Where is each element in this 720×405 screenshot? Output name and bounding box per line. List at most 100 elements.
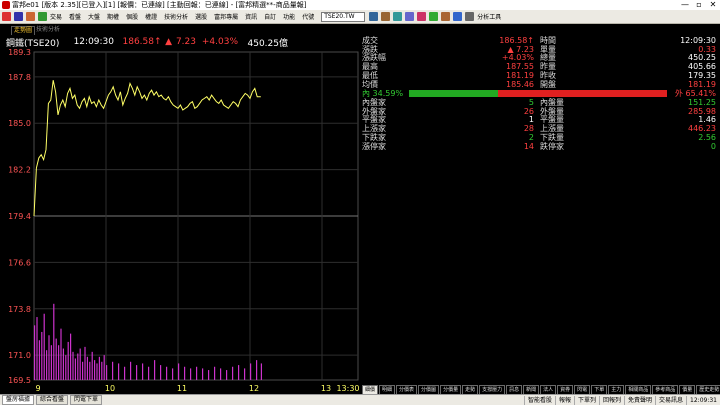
quote-value: 0.33 [698, 44, 716, 54]
alert-icon[interactable] [417, 12, 427, 21]
settings-icon[interactable] [405, 12, 415, 21]
status-button-fubon[interactable]: 盤房福據 [2, 395, 35, 405]
time-tick-label: 11 [177, 384, 187, 393]
menu-watch[interactable]: 看盤 [69, 12, 81, 21]
layout-icon[interactable] [465, 12, 475, 21]
minimize-button[interactable]: — [678, 0, 692, 10]
volume-bar [82, 361, 84, 380]
volume-bar [220, 368, 222, 380]
menu-market[interactable]: 大盤 [88, 12, 100, 21]
menu-stock[interactable]: 個股 [126, 12, 138, 21]
bottom-tab[interactable]: 分價量 [440, 385, 462, 394]
volume-bar [46, 350, 48, 380]
volume-bar [72, 351, 74, 380]
quote-value: 151.25 [688, 98, 716, 107]
menu-futures[interactable]: 期權 [107, 12, 119, 21]
search-icon[interactable] [369, 12, 379, 21]
bottom-tab[interactable]: 新聞 [523, 385, 540, 394]
bottom-tab[interactable]: 細價 [362, 385, 379, 394]
tab-technical[interactable]: 技術分析 [36, 26, 60, 34]
status-button-overview[interactable]: 綜合看盤 [36, 395, 69, 405]
price-line [33, 80, 261, 217]
maximize-button[interactable]: ▫ [692, 0, 706, 10]
quote-label: 成交 [362, 36, 378, 45]
inner-outer-ratio-bar [409, 90, 667, 97]
quote-label: 上漲量 [540, 124, 564, 134]
news-icon[interactable] [429, 12, 439, 21]
quote-value: 1.46 [698, 115, 716, 125]
status-button-flash-order[interactable]: 閃電下單 [70, 395, 103, 405]
status-order-bar[interactable]: 下單列 [573, 395, 599, 405]
bottom-tab[interactable]: 訊息 [506, 385, 523, 394]
menu-func[interactable]: 功能 [283, 12, 295, 21]
volume-bar [196, 366, 198, 380]
time-tick-label: 12 [249, 384, 259, 393]
chart-icon[interactable] [38, 12, 47, 21]
volume-bar [89, 361, 91, 380]
bottom-tab[interactable]: 相關商品 [625, 385, 652, 394]
status-disclaimer[interactable]: 免責聲明 [624, 395, 655, 405]
quote-value: 0 [710, 141, 716, 151]
print-icon[interactable] [441, 12, 451, 21]
quote-value: 285.98 [688, 106, 716, 116]
calc-icon[interactable] [381, 12, 391, 21]
quote-value: +4.03% [501, 53, 534, 63]
bottom-tab[interactable]: 分價圖 [418, 385, 440, 394]
bottom-tab[interactable]: 走勢 [462, 385, 479, 394]
status-report[interactable]: 報報 [554, 395, 574, 405]
intraday-chart[interactable]: 189.3 187.8 185.0 182.2 179.4 176.6 173.8 171.0… [0, 48, 362, 394]
bottom-tab[interactable]: 歷史走勢 [696, 385, 720, 394]
bottom-tab[interactable]: 參考商品 [652, 385, 679, 394]
time-tick-label: 9 [35, 384, 40, 393]
up-arrow-icon: ↑ [154, 37, 162, 47]
volume-bar [77, 353, 79, 380]
menu-tech[interactable]: 技術分析 [164, 12, 188, 21]
volume-bar [166, 366, 168, 380]
bottom-tab[interactable]: 分價表 [396, 385, 418, 394]
quote-value: 405.66 [688, 62, 716, 72]
volume-bar [208, 370, 210, 380]
volume-bar [70, 333, 72, 380]
quote-icon[interactable] [14, 12, 23, 21]
home-icon[interactable] [2, 12, 11, 21]
bottom-tab[interactable]: 資券 [557, 385, 574, 394]
status-reply-bar[interactable]: 回報列 [599, 395, 624, 405]
quote-value: 181.19 [688, 79, 716, 89]
volume-bar [103, 355, 105, 380]
bottom-tab[interactable]: 法人 [540, 385, 557, 394]
menu-fubon[interactable]: 富邦專屬 [214, 12, 238, 21]
volume-bar [178, 363, 180, 380]
chart-header: 鋼鐵(TSE20) 12:09:30 186.58 ↑ ▲ 7.23 +4.03… [0, 36, 360, 49]
volume-bar [106, 365, 108, 380]
menu-custom[interactable]: 自訂 [264, 12, 276, 21]
menu-warrant[interactable]: 權證 [145, 12, 157, 21]
menu-screen[interactable]: 選股 [195, 12, 207, 21]
menu-analysis-tools[interactable]: 分析工具 [477, 12, 501, 21]
menu-trade[interactable]: 交易 [50, 12, 62, 21]
tab-trend[interactable]: 走勢圖 [11, 26, 36, 35]
window-title: 富邦e01 [版本 2.35][已登入][1] [報價：已連線] [主動回報：已… [12, 1, 307, 9]
bottom-tab[interactable]: 下單 [591, 385, 608, 394]
price-change: 7.23 [175, 37, 196, 47]
cursor-icon[interactable] [453, 12, 463, 21]
volume-bar [41, 331, 43, 380]
bottom-tab[interactable]: 主力 [608, 385, 625, 394]
bottom-tab[interactable]: 明細 [379, 385, 396, 394]
quote-label: 下跌量 [540, 132, 564, 142]
refresh-icon[interactable] [393, 12, 403, 21]
quote-value: ▲ 7.23 [507, 44, 534, 54]
bottom-tab[interactable]: 支撐壓力 [479, 385, 506, 394]
bottom-tab[interactable]: 價量 [679, 385, 696, 394]
volume-bar [260, 363, 262, 380]
ticker-input[interactable]: TSE20.TW [321, 11, 366, 22]
volume-bar [38, 340, 40, 380]
window-controls: — ▫ ✕ [678, 0, 720, 10]
price-tick-label: 179.4 [8, 212, 31, 221]
order-icon[interactable] [26, 12, 35, 21]
status-trade-msg[interactable]: 交易訊息 [655, 395, 686, 405]
price-tick-label: 169.5 [8, 376, 31, 385]
bottom-tab[interactable]: 閃電 [574, 385, 591, 394]
menu-info[interactable]: 資訊 [245, 12, 257, 21]
status-smart-pick[interactable]: 智能看股 [523, 395, 555, 405]
close-button[interactable]: ✕ [706, 0, 720, 10]
